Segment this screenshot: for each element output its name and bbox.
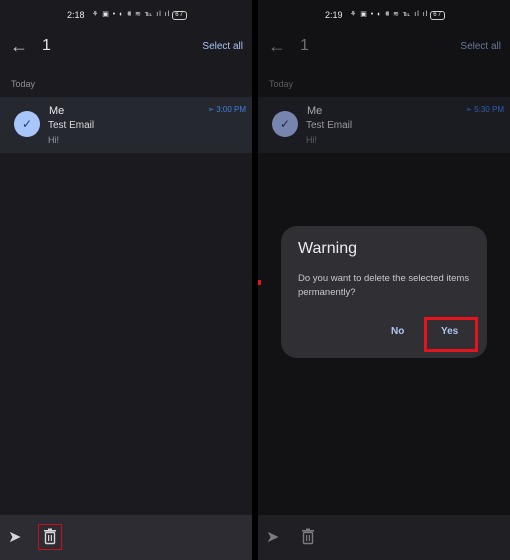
status-time: 2:18 [67,10,85,20]
screen-before: 2:18 ⚘ ▣ • ◐ ⩩ ≋ ℡ ıl ıl 67 ← 1 Select al… [0,0,252,560]
battery-icon: 67 [430,11,445,20]
check-icon: ✓ [279,117,291,131]
send-icon[interactable]: ➤ [8,527,21,547]
back-arrow-icon[interactable]: ← [10,36,28,57]
email-list-item[interactable]: ✓ Me Test Email Hi! ➣ 5:30 PM [258,97,510,153]
status-bar: 2:18 ⚘ ▣ • ◐ ⩩ ≋ ℡ ıl ıl 67 [0,10,252,24]
status-icons: ⚘ ▣ • ◐ ⩩ ≋ ℡ ıl ıl 67 [350,10,445,20]
select-all-button[interactable]: Select all [460,41,501,52]
back-arrow-icon[interactable]: ← [268,36,286,57]
email-subject: Test Email [48,120,95,131]
screen-after: 2:19 ⚘ ▣ • ◐ ⩩ ≋ ℡ ıl ıl 67 ← 1 Select al… [258,0,510,560]
email-list-item[interactable]: ✓ Me Test Email Hi! ➣ 3:00 PM [0,97,252,153]
status-time: 2:19 [325,10,343,20]
scheduled-send-icon: ➣ [465,105,473,114]
selected-check-avatar[interactable]: ✓ [272,111,298,137]
dialog-message: Do you want to delete the selected items… [298,273,470,298]
scheduled-send-icon: ➣ [207,105,215,114]
selected-count: 1 [42,37,51,54]
bottom-action-bar: ➤ [258,515,510,560]
bottom-action-bar: ➤ [0,515,252,560]
trash-highlight-box [38,524,62,550]
select-all-button[interactable]: Select all [202,41,243,52]
yes-highlight-box [424,317,478,352]
red-marker [258,280,261,285]
selected-check-avatar[interactable]: ✓ [14,111,40,137]
status-bar: 2:19 ⚘ ▣ • ◐ ⩩ ≋ ℡ ıl ıl 67 [258,10,510,24]
scheduled-time: ➣ 3:00 PM [207,105,247,114]
email-snippet: Hi! [48,135,59,145]
no-button[interactable]: No [391,326,404,337]
email-sender: Me [49,105,65,117]
selected-count: 1 [300,37,309,54]
status-icons: ⚘ ▣ • ◐ ⩩ ≋ ℡ ıl ıl 67 [92,10,187,20]
send-icon[interactable]: ➤ [266,527,279,547]
email-subject: Test Email [306,120,353,131]
check-icon: ✓ [21,117,33,131]
email-sender: Me [307,105,323,117]
selection-toolbar: ← 1 Select all [0,34,252,62]
warning-dialog: Warning Do you want to delete the select… [281,226,487,358]
email-snippet: Hi! [306,135,317,145]
dialog-title: Warning [298,240,357,257]
trash-icon[interactable] [301,528,315,545]
battery-icon: 67 [172,11,187,20]
section-header: Today [11,79,36,89]
section-header: Today [269,79,294,89]
selection-toolbar: ← 1 Select all [258,34,510,62]
scheduled-time: ➣ 5:30 PM [465,105,505,114]
